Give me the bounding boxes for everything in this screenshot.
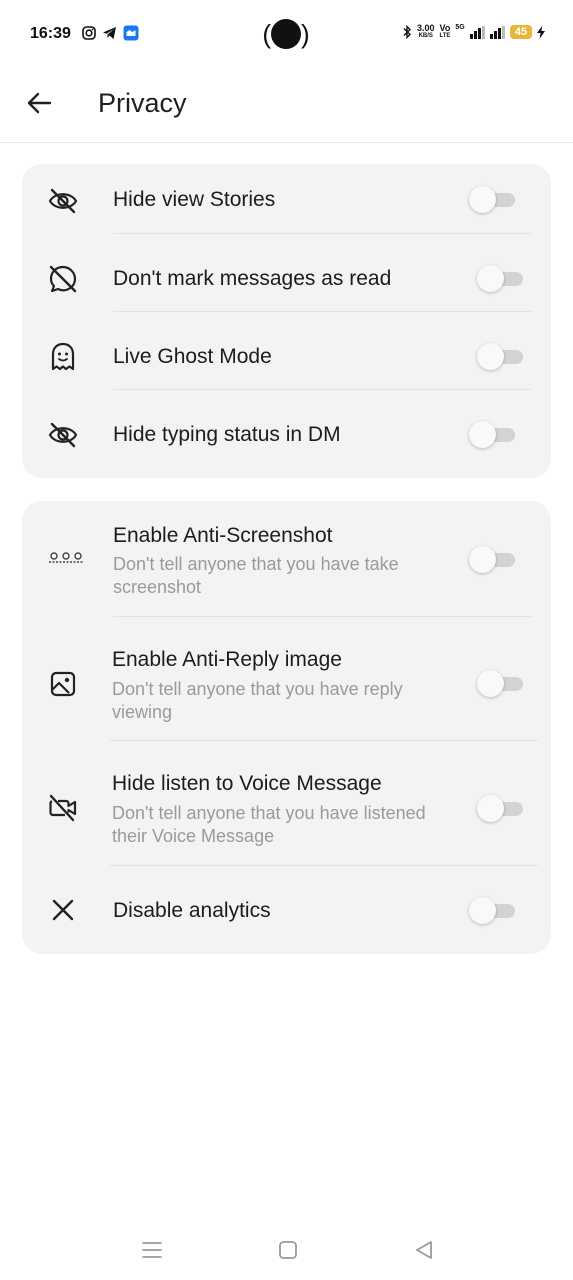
divider [113, 233, 531, 234]
dont-mark-read-toggle[interactable] [477, 265, 523, 292]
status-bar: 16:39 () 3.00 KB/S Vo LTE 5G 45 [0, 0, 573, 66]
setting-label: Enable Anti-Reply image [112, 648, 342, 671]
divider [113, 311, 531, 312]
divider [113, 389, 531, 390]
menu-icon[interactable] [140, 1238, 164, 1262]
divider [113, 616, 531, 617]
ghost-icon [46, 340, 80, 374]
hide-typing-status-toggle[interactable] [469, 421, 515, 448]
setting-label: Disable analytics [113, 899, 271, 922]
setting-anti-screenshot[interactable]: Enable Anti-Screenshot Don't tell anyone… [22, 501, 551, 619]
status-time: 16:39 [30, 25, 71, 42]
setting-label: Hide listen to Voice Message [112, 772, 382, 795]
back-arrow-icon[interactable] [26, 90, 52, 116]
setting-description: Don't tell anyone that you have listened… [112, 803, 426, 846]
setting-label: Hide view Stories [113, 188, 276, 211]
eye-off-icon [46, 418, 80, 452]
system-indicators: 3.00 KB/S Vo LTE 5G 45 [403, 24, 545, 40]
disable-analytics-toggle[interactable] [469, 897, 515, 924]
signal-strength-2-icon [489, 25, 505, 39]
setting-label: Live Ghost Mode [113, 345, 272, 368]
eye-off-icon [46, 184, 80, 218]
privacy-group-basic: Hide view Stories Don't mark messages as… [22, 164, 551, 478]
setting-dont-mark-read[interactable]: Don't mark messages as read [22, 242, 551, 320]
network-speed: 3.00 KB/S [416, 23, 435, 40]
anti-screenshot-toggle[interactable] [469, 546, 515, 573]
live-ghost-mode-toggle[interactable] [477, 343, 523, 370]
charging-icon [537, 25, 545, 39]
privacy-group-advanced: Enable Anti-Screenshot Don't tell anyone… [22, 501, 551, 954]
divider [110, 865, 538, 866]
front-camera: () [262, 19, 310, 49]
setting-hide-typing-status[interactable]: Hide typing status in DM [22, 398, 551, 476]
setting-label: Don't mark messages as read [113, 267, 392, 290]
app-bar: Privacy [0, 66, 573, 143]
setting-disable-analytics[interactable]: Disable analytics [22, 873, 551, 951]
setting-hide-view-stories[interactable]: Hide view Stories [22, 164, 551, 242]
setting-description: Don't tell anyone that you have reply vi… [112, 679, 403, 722]
system-navigation-bar [0, 1230, 573, 1270]
video-off-icon [46, 791, 80, 825]
setting-label: Hide typing status in DM [113, 423, 341, 446]
app-notification-icon [123, 25, 139, 41]
bluetooth-icon [403, 25, 411, 39]
telegram-icon [103, 27, 116, 39]
hide-view-stories-toggle[interactable] [469, 186, 515, 213]
home-icon[interactable] [276, 1238, 300, 1262]
page-title: Privacy [98, 88, 187, 118]
anti-screenshot-icon [46, 541, 86, 575]
notification-icons [82, 25, 139, 41]
volte-indicator: Vo LTE [439, 23, 451, 40]
battery-indicator: 45 [509, 25, 532, 39]
divider [110, 740, 538, 741]
setting-hide-voice-listen[interactable]: Hide listen to Voice Message Don't tell … [22, 749, 551, 867]
setting-label: Enable Anti-Screenshot [113, 524, 333, 547]
close-icon [46, 893, 80, 927]
instagram-icon [82, 26, 96, 40]
signal-strength-1-icon [469, 25, 485, 39]
network-type: 5G [455, 24, 465, 31]
anti-reply-image-toggle[interactable] [477, 670, 523, 697]
setting-anti-reply-image[interactable]: Enable Anti-Reply image Don't tell anyon… [22, 625, 551, 743]
setting-live-ghost-mode[interactable]: Live Ghost Mode [22, 320, 551, 398]
hide-voice-listen-toggle[interactable] [477, 795, 523, 822]
setting-description: Don't tell anyone that you have take scr… [113, 554, 399, 597]
back-triangle-icon[interactable] [412, 1238, 436, 1262]
message-off-icon [46, 262, 80, 296]
image-icon [46, 667, 80, 701]
